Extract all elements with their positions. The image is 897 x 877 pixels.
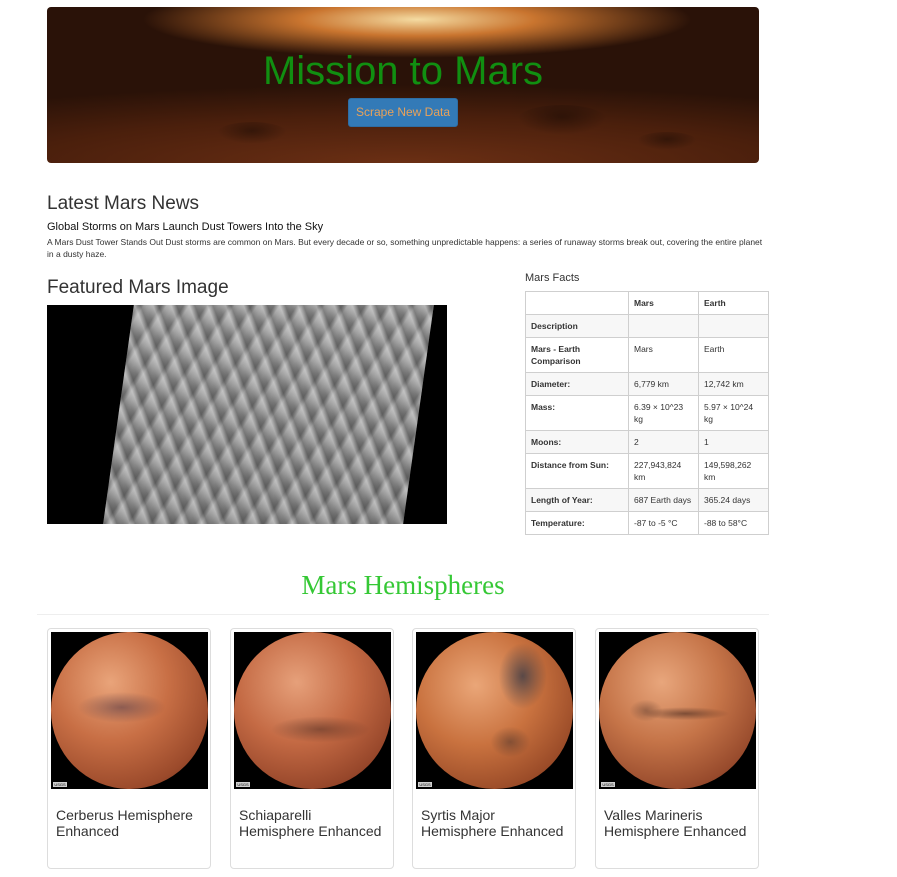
mars-value	[628, 314, 699, 338]
row-label: Description	[525, 314, 629, 338]
usgs-logo: USGS	[236, 782, 250, 787]
hemisphere-title: Valles Marineris Hemisphere Enhanced	[604, 807, 747, 839]
earth-value: 365.24 days	[698, 488, 769, 512]
hemisphere-image-syrtis-major[interactable]: USGS	[416, 632, 573, 789]
row-label: Mars - Earth Comparison	[525, 337, 629, 373]
mars-value: 6.39 × 10^23 kg	[628, 395, 699, 431]
news-paragraph: A Mars Dust Tower Stands Out Dust storms…	[47, 237, 763, 259]
hemisphere-image-valles-marineris[interactable]: USGS	[599, 632, 756, 789]
hemispheres-heading: Mars Hemispheres	[301, 570, 505, 600]
featured-mars-image	[47, 305, 447, 524]
column-header	[525, 291, 629, 315]
usgs-logo: USGS	[601, 782, 615, 787]
usgs-logo: USGS	[418, 782, 432, 787]
earth-value	[698, 314, 769, 338]
hemisphere-title: Schiaparelli Hemisphere Enhanced	[239, 807, 382, 839]
mars-globe	[234, 632, 391, 789]
earth-value: 5.97 × 10^24 kg	[698, 395, 769, 431]
earth-value: Earth	[698, 337, 769, 373]
earth-value: 149,598,262 km	[698, 453, 769, 489]
usgs-logo: USGS	[53, 782, 67, 787]
hemisphere-card-syrtis-major[interactable]: USGS Syrtis Major Hemisphere Enhanced	[412, 628, 576, 869]
table-row: Length of Year: 687 Earth days 365.24 da…	[525, 488, 769, 512]
mars-globe	[416, 632, 573, 789]
hemisphere-card-schiaparelli[interactable]: USGS Schiaparelli Hemisphere Enhanced	[230, 628, 394, 869]
mars-value: Mars	[628, 337, 699, 373]
page-title: Mission to Mars	[262, 49, 544, 93]
scrape-new-data-button[interactable]: Scrape New Data	[348, 98, 458, 127]
news-heading: Latest Mars News	[47, 193, 200, 214]
table-row: Mars - Earth Comparison Mars Earth	[525, 337, 769, 373]
hemisphere-card-cerberus[interactable]: USGS Cerberus Hemisphere Enhanced	[47, 628, 211, 869]
featured-image-heading: Featured Mars Image	[47, 277, 229, 298]
hemisphere-title: Cerberus Hemisphere Enhanced	[56, 807, 193, 839]
divider	[37, 614, 769, 615]
earth-value: -88 to 58°C	[698, 511, 769, 535]
mars-value: 6,779 km	[628, 372, 699, 396]
crater-decoration	[217, 122, 287, 144]
column-header: Mars	[628, 291, 699, 315]
hemisphere-image-schiaparelli[interactable]: USGS	[234, 632, 391, 789]
news-title: Global Storms on Mars Launch Dust Towers…	[47, 221, 324, 233]
mars-facts-table: Mars Earth Description Mars - Earth Comp…	[525, 291, 769, 535]
dune-texture	[98, 305, 436, 524]
row-label: Length of Year:	[525, 488, 629, 512]
row-label: Temperature:	[525, 511, 629, 535]
mars-value: 2	[628, 430, 699, 454]
mars-globe	[51, 632, 208, 789]
table-row: Moons: 2 1	[525, 430, 769, 454]
table-row: Temperature: -87 to -5 °C -88 to 58°C	[525, 511, 769, 535]
crater-decoration	[637, 132, 697, 150]
hemisphere-card-valles-marineris[interactable]: USGS Valles Marineris Hemisphere Enhance…	[595, 628, 759, 869]
mars-globe	[599, 632, 756, 789]
row-label: Diameter:	[525, 372, 629, 396]
crater-decoration	[517, 105, 607, 135]
header-jumbotron: Mission to Mars Scrape New Data	[47, 7, 759, 163]
mars-value: 687 Earth days	[628, 488, 699, 512]
mars-value: -87 to -5 °C	[628, 511, 699, 535]
hemisphere-image-cerberus[interactable]: USGS	[51, 632, 208, 789]
facts-heading: Mars Facts	[525, 272, 580, 284]
row-label: Moons:	[525, 430, 629, 454]
table-row: Diameter: 6,779 km 12,742 km	[525, 372, 769, 396]
table-row: Mass: 6.39 × 10^23 kg 5.97 × 10^24 kg	[525, 395, 769, 431]
table-header-row: Mars Earth	[525, 291, 769, 315]
earth-value: 1	[698, 430, 769, 454]
table-row: Description	[525, 314, 769, 338]
row-label: Distance from Sun:	[525, 453, 629, 489]
column-header: Earth	[698, 291, 769, 315]
table-row: Distance from Sun: 227,943,824 km 149,59…	[525, 453, 769, 489]
hemisphere-title: Syrtis Major Hemisphere Enhanced	[421, 807, 564, 839]
row-label: Mass:	[525, 395, 629, 431]
earth-value: 12,742 km	[698, 372, 769, 396]
mars-value: 227,943,824 km	[628, 453, 699, 489]
